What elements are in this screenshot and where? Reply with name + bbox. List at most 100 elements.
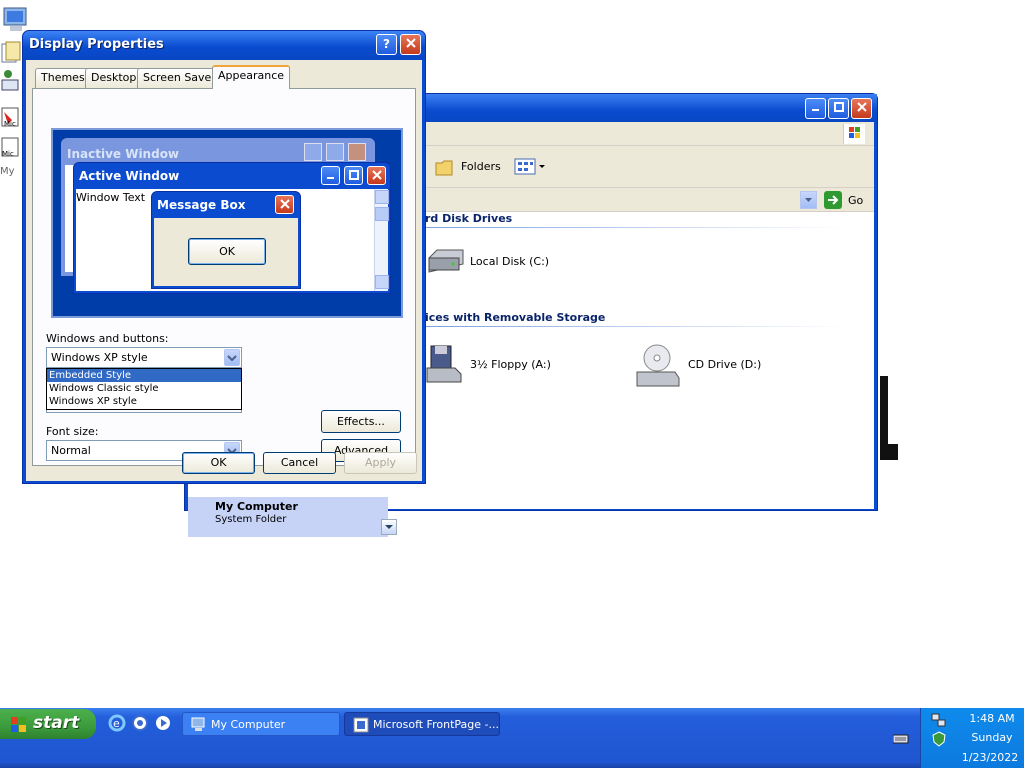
- details-title: My Computer: [215, 500, 298, 513]
- dialog-title: Display Properties: [29, 37, 164, 52]
- appearance-preview: Inactive Window Active Window Window Tex…: [51, 128, 403, 318]
- minimize-icon: [304, 143, 322, 161]
- internet-explorer-icon[interactable]: e: [108, 714, 126, 732]
- address-dropdown-icon[interactable]: [800, 191, 817, 209]
- dialog-body: Themes Desktop Screen Saver Appearance I…: [26, 60, 422, 481]
- hard-disk-icon: [428, 249, 464, 273]
- dropdown-option[interactable]: Embedded Style: [47, 369, 241, 382]
- folders-button[interactable]: Folders: [434, 155, 504, 179]
- details-subtitle: System Folder: [215, 514, 287, 525]
- help-icon[interactable]: ?: [376, 34, 397, 55]
- scroll-thumb: [375, 207, 389, 221]
- maximize-icon[interactable]: [828, 98, 849, 119]
- scroll-down-icon: [375, 275, 389, 289]
- details-panel: My Computer System Folder: [188, 497, 397, 537]
- windows-logo-icon: [843, 124, 865, 144]
- close-icon: [348, 143, 366, 161]
- scroll-up-icon: [375, 190, 389, 204]
- media-player-icon[interactable]: [154, 714, 172, 732]
- svg-text:Mic: Mic: [4, 120, 16, 128]
- svg-text:e: e: [113, 717, 120, 730]
- tab-desktop[interactable]: Desktop: [85, 68, 143, 88]
- window-text-sample: Window Text: [76, 191, 146, 204]
- mye-desktop-icon[interactable]: My: [0, 166, 22, 180]
- cancel-button[interactable]: Cancel: [263, 452, 336, 474]
- minimize-icon: [321, 166, 340, 185]
- tab-appearance[interactable]: Appearance: [212, 65, 291, 89]
- windows-buttons-label: Windows and buttons:: [46, 332, 169, 345]
- preview-scrollbar: [374, 189, 389, 291]
- network-desktop-icon[interactable]: [0, 68, 22, 91]
- message-ok-button: OK: [188, 238, 266, 265]
- go-button[interactable]: Go: [824, 190, 870, 210]
- my-computer-icon: [191, 717, 205, 731]
- task-label: Microsoft FrontPage -...: [373, 718, 499, 731]
- local-disk-label: Local Disk (C:): [470, 255, 550, 268]
- windows-buttons-value: Windows XP style: [51, 351, 148, 364]
- clock-time[interactable]: 1:48 AM: [961, 712, 1023, 725]
- floppy-icon: [426, 345, 462, 383]
- section-title-hard-disks: rd Disk Drives: [425, 212, 513, 225]
- apply-button[interactable]: Apply: [344, 452, 417, 474]
- svg-text:Mic: Mic: [2, 150, 14, 158]
- section-divider: [425, 326, 845, 327]
- maximize-icon: [344, 166, 363, 185]
- local-disk-item[interactable]: Local Disk (C:): [425, 244, 565, 278]
- go-label: Go: [848, 194, 864, 207]
- floppy-item[interactable]: 3½ Floppy (A:): [425, 344, 575, 388]
- tab-themes[interactable]: Themes: [35, 68, 91, 88]
- clock-date: 1/23/2022: [961, 751, 1019, 764]
- details-expand-icon[interactable]: [381, 519, 397, 535]
- section-divider: [425, 227, 845, 228]
- close-icon: [367, 166, 386, 185]
- system-tray: 1:48 AM Sunday 1/23/2022: [920, 708, 1024, 768]
- inactive-window-title: Inactive Window: [67, 147, 180, 161]
- effects-button[interactable]: Effects...: [321, 410, 401, 433]
- floppy-label: 3½ Floppy (A:): [470, 358, 551, 371]
- close-icon: [275, 195, 294, 214]
- cd-drive-icon: [636, 344, 680, 387]
- keyboard-icon[interactable]: [892, 734, 909, 744]
- cd-drive-label: CD Drive (D:): [688, 358, 762, 371]
- background-graphic: [876, 372, 898, 468]
- chevron-down-icon[interactable]: [224, 349, 240, 366]
- frontpage-desktop-icon[interactable]: Mic: [0, 104, 22, 128]
- taskbar-my-computer[interactable]: My Computer: [182, 712, 340, 736]
- dropdown-option[interactable]: Windows XP style: [47, 395, 241, 408]
- go-arrow-icon: [824, 191, 842, 209]
- close-icon[interactable]: [851, 98, 872, 119]
- minimize-icon[interactable]: [805, 98, 826, 119]
- active-window-title: Active Window: [79, 169, 180, 183]
- network-tray-icon[interactable]: [931, 713, 947, 729]
- taskbar-frontpage[interactable]: Microsoft FrontPage -...: [344, 712, 500, 736]
- cd-drive-item[interactable]: CD Drive (D:): [635, 344, 775, 388]
- folder-icon: [435, 160, 453, 176]
- windows-logo-icon: [11, 717, 26, 732]
- shield-tray-icon[interactable]: [931, 731, 947, 747]
- tab-screen-saver[interactable]: Screen Saver: [137, 68, 222, 88]
- document-desktop-icon[interactable]: Mic: [0, 134, 22, 158]
- dropdown-option[interactable]: Windows Classic style: [47, 382, 241, 395]
- task-label: My Computer: [211, 718, 286, 731]
- frontpage-icon: [353, 717, 369, 733]
- section-title-removable: ices with Removable Storage: [425, 311, 606, 324]
- outlook-express-icon[interactable]: [131, 714, 149, 732]
- maximize-icon: [326, 143, 344, 161]
- windows-buttons-select[interactable]: Windows XP style: [46, 347, 242, 368]
- display-properties-dialog: Display Properties ? Themes Desktop Scre…: [22, 30, 426, 484]
- ok-button[interactable]: OK: [182, 452, 255, 474]
- message-box-preview: Message Box OK: [151, 191, 301, 289]
- font-size-label: Font size:: [46, 425, 99, 438]
- message-box-body: OK: [154, 218, 298, 286]
- folders-label: Folders: [461, 160, 501, 173]
- views-button[interactable]: [512, 155, 548, 179]
- views-icon: [514, 158, 545, 175]
- my-documents-desktop-icon[interactable]: [0, 40, 22, 63]
- appearance-panel: Inactive Window Active Window Window Tex…: [32, 88, 416, 466]
- message-box-title: Message Box: [157, 198, 246, 212]
- start-button[interactable]: start: [0, 709, 96, 739]
- start-label: start: [33, 713, 80, 733]
- close-icon[interactable]: [400, 34, 421, 55]
- clock-day: Sunday: [971, 731, 1013, 744]
- font-size-value: Normal: [51, 444, 91, 457]
